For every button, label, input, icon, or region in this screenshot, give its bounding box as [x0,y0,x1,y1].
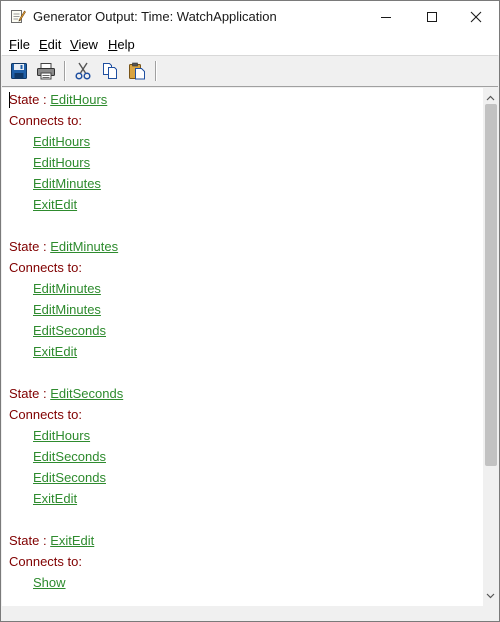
toolbar-separator [64,61,66,81]
target-state-link[interactable]: Show [33,575,66,590]
cut-icon [75,62,91,80]
target-state-link[interactable]: EditHours [33,428,90,443]
target-line: EditSeconds [33,470,106,486]
close-icon [470,11,482,23]
maximize-button[interactable] [409,1,455,33]
close-button[interactable] [453,1,499,33]
target-state-link[interactable]: EditHours [33,155,90,170]
paste-icon [129,62,145,80]
paste-button[interactable] [125,60,149,82]
target-line: Show [33,575,66,591]
print-button[interactable] [34,60,58,82]
output-text-area[interactable]: State : EditHours Connects to: EditHours Ed… [2,88,483,606]
target-state-link[interactable]: EditSeconds [33,449,106,464]
state-separator: : [39,239,51,254]
target-state-link[interactable]: EditMinutes [33,281,101,296]
target-state-link[interactable]: EditMinutes [33,302,101,317]
copy-icon [103,63,117,79]
target-line: ExitEdit [33,344,77,360]
window-bottom-border [1,606,499,621]
scroll-down-button[interactable] [483,588,498,604]
connects-to-label: Connects to: [9,113,82,128]
menu-file[interactable]: File [9,37,30,52]
target-line: ExitEdit [33,491,77,507]
state-label: State [9,386,40,401]
state-name-link[interactable]: EditHours [50,92,107,107]
target-line: EditSeconds [33,323,106,339]
state-label: State [9,533,40,548]
target-line: EditMinutes [33,176,101,192]
print-icon [37,63,55,80]
save-icon [11,63,27,79]
target-line: EditHours [33,428,90,444]
target-state-link[interactable]: ExitEdit [33,197,77,212]
connects-to-label: Connects to: [9,554,82,569]
menu-help[interactable]: Help [108,37,135,52]
minimize-icon [381,17,391,18]
scroll-thumb[interactable] [485,104,497,466]
state-line: State : EditHours [9,92,107,108]
connects-line: Connects to: [9,260,82,276]
connects-line: Connects to: [9,554,82,570]
state-separator: : [39,533,51,548]
save-button[interactable] [7,60,31,82]
minimize-button[interactable] [363,1,409,33]
notepad-icon [10,8,26,24]
connects-line: Connects to: [9,113,82,129]
connects-to-label: Connects to: [9,407,82,422]
state-name-link[interactable]: ExitEdit [50,533,94,548]
state-name-link[interactable]: EditSeconds [50,386,123,401]
maximize-icon [427,12,437,22]
connects-line: Connects to: [9,407,82,423]
target-line: EditSeconds [33,449,106,465]
connects-to-label: Connects to: [9,260,82,275]
target-line: ExitEdit [33,197,77,213]
menu-edit[interactable]: Edit [39,37,61,52]
state-label: State [9,239,40,254]
state-separator: : [39,386,51,401]
state-line: State : ExitEdit [9,533,94,549]
menu-bar: File Edit View Help [1,33,499,55]
copy-button[interactable] [98,60,122,82]
target-state-link[interactable]: EditHours [33,134,90,149]
target-state-link[interactable]: ExitEdit [33,344,77,359]
generator-output-window: Generator Output: Time: WatchApplication… [0,0,500,622]
title-bar[interactable]: Generator Output: Time: WatchApplication [1,1,499,33]
state-label: State [9,92,40,107]
state-line: State : EditMinutes [9,239,118,255]
vertical-scrollbar[interactable] [483,88,498,606]
chevron-up-icon [486,95,495,101]
target-state-link[interactable]: EditSeconds [33,470,106,485]
target-state-link[interactable]: EditMinutes [33,176,101,191]
target-state-link[interactable]: ExitEdit [33,491,77,506]
state-separator: : [39,92,51,107]
cut-button[interactable] [71,60,95,82]
menu-view[interactable]: View [70,37,98,52]
window-title: Generator Output: Time: WatchApplication [33,9,277,24]
toolbar-separator [155,61,157,81]
target-line: EditMinutes [33,302,101,318]
target-line: EditHours [33,155,90,171]
chevron-down-icon [486,593,495,599]
target-line: EditHours [33,134,90,150]
target-line: EditMinutes [33,281,101,297]
state-line: State : EditSeconds [9,386,123,402]
toolbar [2,55,498,87]
target-state-link[interactable]: EditSeconds [33,323,106,338]
state-name-link[interactable]: EditMinutes [50,239,118,254]
